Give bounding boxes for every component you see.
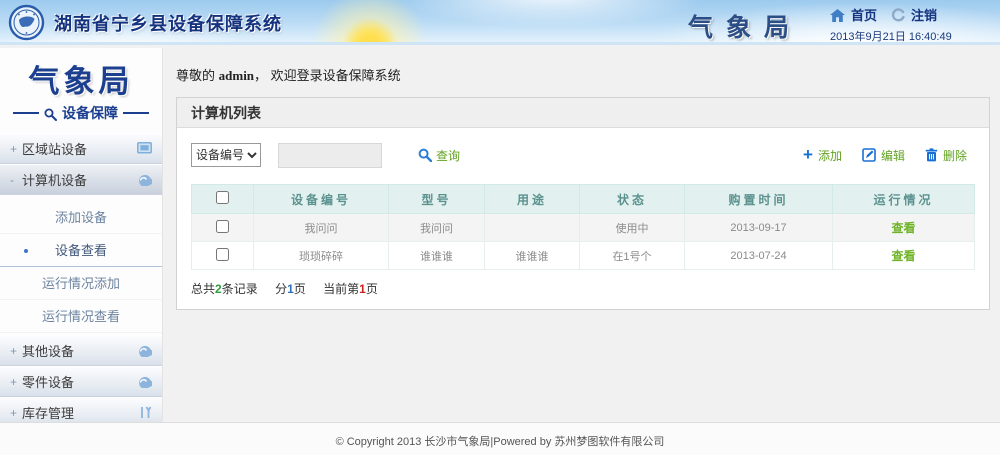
total-records-count: 2 bbox=[215, 282, 222, 296]
search-input[interactable] bbox=[278, 143, 382, 168]
cell-status: 使用中 bbox=[580, 214, 685, 242]
active-bullet bbox=[24, 249, 28, 253]
view-link[interactable]: 查看 bbox=[891, 221, 915, 235]
cloud-icon bbox=[136, 375, 152, 388]
rule-left bbox=[13, 112, 39, 114]
table-row: 我问问 我问问 使用中 2013-09-17 查看 bbox=[192, 214, 975, 242]
cell-purpose bbox=[485, 214, 580, 242]
sidebar-item-regional-station[interactable]: + 区域站设备 bbox=[0, 133, 162, 164]
username: admin bbox=[219, 68, 254, 83]
sidebar-item-label: 库存管理 bbox=[22, 403, 74, 422]
submenu-item-view-running-status[interactable]: 运行情况查看 bbox=[0, 300, 162, 333]
select-all-checkbox[interactable] bbox=[216, 191, 229, 204]
cell-purchase-date: 2013-09-17 bbox=[685, 214, 833, 242]
panel-title: 计算机列表 bbox=[177, 98, 989, 128]
logout-icon bbox=[891, 7, 905, 23]
cell-status: 在1号个 bbox=[580, 242, 685, 270]
query-button[interactable]: 查询 bbox=[418, 147, 460, 164]
cell-device-no: 琐琐碎碎 bbox=[254, 242, 389, 270]
rule-right bbox=[123, 112, 149, 114]
trash-icon bbox=[925, 148, 938, 163]
edit-button[interactable]: 编辑 bbox=[862, 147, 905, 164]
datetime-display: 2013年9月21日 16:40:49 bbox=[830, 28, 990, 44]
search-icon bbox=[418, 148, 432, 163]
table-header-row: 设备编号 型号 用途 状态 购置时间 运行情况 bbox=[192, 185, 975, 214]
plus-icon: + bbox=[803, 148, 813, 162]
computer-equipment-submenu: 添加设备 设备查看 运行情况添加 运行情况查看 bbox=[0, 195, 162, 335]
edit-icon bbox=[862, 148, 876, 163]
col-header-status: 状态 bbox=[580, 185, 685, 214]
sidebar-item-label: 计算机设备 bbox=[22, 170, 87, 189]
toolbar: 设备编号 查询 + 添加 bbox=[191, 140, 975, 170]
sidebar-logo: 气象局 设备保障 bbox=[0, 48, 162, 133]
top-header: 湖南省宁乡县设备保障系统 气象局 首页 注销 2013年9月21日 16:40:… bbox=[0, 0, 1000, 45]
computer-list-panel: 计算机列表 设备编号 查询 bbox=[176, 97, 990, 310]
col-header-running-status: 运行情况 bbox=[833, 185, 975, 214]
system-title: 湖南省宁乡县设备保障系统 bbox=[54, 10, 282, 36]
cell-purpose: 谁谁谁 bbox=[485, 242, 580, 270]
home-icon bbox=[830, 7, 845, 22]
sidebar-item-parts-equipment[interactable]: + 零件设备 bbox=[0, 366, 162, 397]
computer-table: 设备编号 型号 用途 状态 购置时间 运行情况 我问问 我问问 使用中 bbox=[191, 184, 975, 270]
sidebar-item-computer-equipment[interactable]: - 计算机设备 bbox=[0, 164, 162, 195]
main-content: 尊敬的 admin， 欢迎登录设备保障系统 计算机列表 设备编号 查询 bbox=[164, 48, 1000, 310]
cell-device-no: 我问问 bbox=[254, 214, 389, 242]
sidebar-item-label: 区域站设备 bbox=[22, 139, 87, 158]
col-header-purpose: 用途 bbox=[485, 185, 580, 214]
sidebar-item-label: 零件设备 bbox=[22, 372, 74, 391]
sidebar-logo-subtitle: 设备保障 bbox=[62, 103, 118, 123]
row-checkbox[interactable] bbox=[216, 220, 229, 233]
copyright-text: © Copyright 2013 长沙市气象局|Powered by 苏州梦图软… bbox=[336, 436, 665, 448]
welcome-message: 尊敬的 admin， 欢迎登录设备保障系统 bbox=[164, 48, 1000, 84]
add-button[interactable]: + 添加 bbox=[803, 147, 842, 164]
current-page-number: 1 bbox=[359, 282, 366, 296]
sidebar: 气象局 设备保障 + 区域站设备 - 计算机设备 bbox=[0, 48, 163, 429]
nav-home-link[interactable]: 首页 bbox=[851, 5, 877, 24]
delete-button[interactable]: 删除 bbox=[925, 147, 967, 164]
cell-model: 我问问 bbox=[389, 214, 485, 242]
cloud-icon bbox=[136, 173, 152, 186]
pages-count: 1 bbox=[287, 282, 294, 296]
nav-logout-link[interactable]: 注销 bbox=[911, 5, 937, 24]
search-field-select[interactable]: 设备编号 bbox=[191, 143, 261, 167]
view-link[interactable]: 查看 bbox=[891, 249, 915, 263]
monitor-icon bbox=[137, 142, 152, 155]
bureau-seal-logo bbox=[8, 4, 45, 41]
cloud-icon bbox=[136, 344, 152, 357]
submenu-item-add-running-status[interactable]: 运行情况添加 bbox=[0, 267, 162, 300]
submenu-item-view-device[interactable]: 设备查看 bbox=[0, 234, 162, 267]
cell-model: 谁谁谁 bbox=[389, 242, 485, 270]
sidebar-item-other-equipment[interactable]: + 其他设备 bbox=[0, 335, 162, 366]
footer: © Copyright 2013 长沙市气象局|Powered by 苏州梦图软… bbox=[0, 422, 1000, 455]
col-header-purchase-date: 购置时间 bbox=[685, 185, 833, 214]
sidebar-logo-title: 气象局 bbox=[0, 56, 162, 101]
search-deco-icon bbox=[44, 105, 57, 121]
cell-purchase-date: 2013-07-24 bbox=[685, 242, 833, 270]
table-row: 琐琐碎碎 谁谁谁 谁谁谁 在1号个 2013-07-24 查看 bbox=[192, 242, 975, 270]
bureau-title: 气象局 bbox=[688, 8, 802, 44]
row-checkbox[interactable] bbox=[216, 248, 229, 261]
col-header-device-no: 设备编号 bbox=[254, 185, 389, 214]
col-header-model: 型号 bbox=[389, 185, 485, 214]
pagination: 总共2条记录 分1页 当前第1页 bbox=[191, 280, 975, 297]
sidebar-item-label: 其他设备 bbox=[22, 341, 74, 360]
tools-icon bbox=[139, 406, 152, 419]
submenu-item-add-device[interactable]: 添加设备 bbox=[0, 201, 162, 234]
